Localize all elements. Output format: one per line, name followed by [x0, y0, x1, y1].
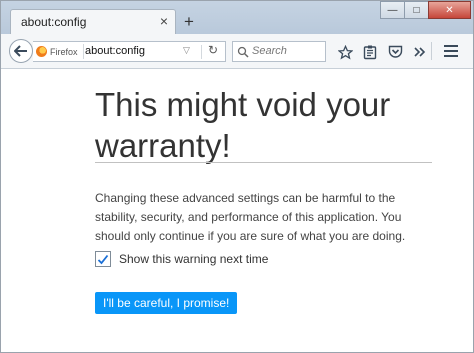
heading-divider — [95, 162, 432, 163]
search-icon — [237, 45, 249, 63]
identity-box[interactable]: Firefox — [36, 44, 84, 59]
url-bar[interactable]: Firefox about:config ▽ ↻ — [33, 41, 226, 62]
search-placeholder: Search — [252, 45, 287, 57]
menu-separator — [431, 42, 432, 60]
show-warning-checkbox[interactable] — [95, 251, 111, 267]
tab-strip: about:config × + — □ ✕ — [1, 1, 473, 35]
dropdown-arrow-icon[interactable]: ▽ — [183, 45, 190, 56]
url-separator — [201, 45, 202, 59]
window-controls: — □ ✕ — [380, 1, 471, 21]
tab-close-icon[interactable]: × — [160, 13, 168, 29]
checkmark-icon — [97, 254, 109, 264]
identity-label: Firefox — [50, 46, 78, 57]
warning-heading: This might void your warranty! — [95, 86, 391, 164]
show-warning-label: Show this warning next time — [119, 252, 269, 266]
reload-icon[interactable]: ↻ — [208, 43, 218, 57]
reading-list-icon[interactable] — [358, 42, 382, 62]
toolbar-icons — [333, 42, 433, 62]
url-text: about:config — [85, 45, 145, 57]
tab-about-config[interactable]: about:config × — [10, 9, 176, 35]
maximize-button[interactable]: □ — [404, 1, 429, 19]
warning-checkbox-row[interactable]: Show this warning next time — [95, 251, 268, 267]
close-window-button[interactable]: ✕ — [428, 1, 471, 19]
overflow-chevron-icon[interactable] — [408, 42, 432, 62]
hamburger-menu-icon[interactable] — [444, 45, 458, 60]
search-bar[interactable]: Search — [232, 41, 326, 62]
tab-title: about:config — [21, 15, 87, 29]
navigation-toolbar: Firefox about:config ▽ ↻ Search — [1, 34, 473, 69]
pocket-icon[interactable] — [383, 42, 407, 62]
warning-message: Changing these advanced settings can be … — [95, 191, 406, 243]
browser-window: about:config × + — □ ✕ Firefox about:con… — [0, 0, 474, 353]
bookmark-star-icon[interactable] — [333, 42, 357, 62]
minimize-button[interactable]: — — [380, 1, 405, 19]
careful-promise-button[interactable]: I'll be careful, I promise! — [95, 292, 238, 314]
back-arrow-icon — [14, 45, 27, 57]
back-button[interactable] — [9, 39, 33, 63]
page-content: This might void your warranty! Changing … — [1, 69, 473, 352]
firefox-logo-icon — [36, 46, 47, 57]
new-tab-button[interactable]: + — [184, 13, 194, 30]
